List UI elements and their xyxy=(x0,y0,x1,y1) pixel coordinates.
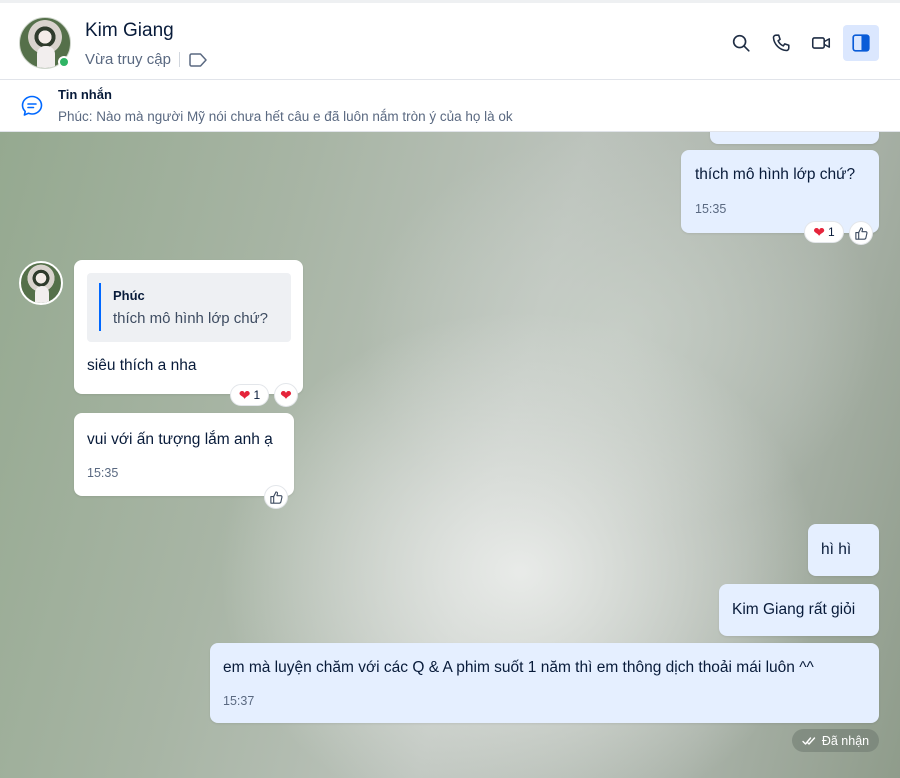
like-reaction-button[interactable] xyxy=(264,485,288,509)
quote-author: Phúc xyxy=(113,288,145,303)
last-seen-status: Vừa truy cập xyxy=(85,51,171,68)
message-bubble[interactable]: thích mô hình lớp chứ? 15:35 xyxy=(681,150,879,233)
message-time: 15:37 xyxy=(223,694,255,708)
status-separator xyxy=(178,52,180,67)
voice-call-button[interactable] xyxy=(763,25,799,61)
contact-name[interactable]: Kim Giang xyxy=(85,20,174,42)
reaction-summary[interactable]: ❤ 1 xyxy=(804,221,844,243)
reaction-summary[interactable]: ❤ 1 xyxy=(230,384,269,406)
contact-status-row: Vừa truy cập xyxy=(85,51,208,68)
delivery-status-text: Đã nhận xyxy=(821,733,870,748)
chat-header: Kim Giang Vừa truy cập xyxy=(0,0,900,80)
delivery-status-badge: Đã nhận xyxy=(792,729,879,752)
video-call-icon xyxy=(811,37,831,49)
online-status-dot xyxy=(58,56,70,68)
thumbs-up-icon xyxy=(269,490,283,504)
message-bubble[interactable]: em mà luyện chăm với các Q & A phim suốt… xyxy=(210,643,879,723)
message-text: siêu thích a nha xyxy=(87,357,197,374)
chat-bubble-icon xyxy=(21,95,43,116)
thumbs-up-icon xyxy=(854,226,868,240)
quoted-message[interactable]: Phúc thích mô hình lớp chứ? xyxy=(87,273,291,342)
like-reaction-button[interactable] xyxy=(849,221,873,245)
side-panel-icon xyxy=(852,34,870,52)
toggle-side-panel-button[interactable] xyxy=(843,25,879,61)
header-actions xyxy=(723,25,879,61)
chat-message-area[interactable]: thích mô hình lớp chứ? 15:35 ❤ 1 Phúc th… xyxy=(0,132,900,778)
reaction-count: 1 xyxy=(828,225,835,239)
message-text: hì hì xyxy=(821,541,852,558)
heart-icon: ❤ xyxy=(813,224,826,240)
message-bubble[interactable]: Kim Giang rất giỏi xyxy=(719,584,879,636)
message-time: 15:35 xyxy=(695,202,727,216)
pinned-message-bar[interactable]: Tin nhắn Phúc: Nào mà người Mỹ nói chưa … xyxy=(0,80,900,132)
search-button[interactable] xyxy=(723,25,759,61)
phone-icon xyxy=(772,34,790,52)
message-bubble-previous[interactable] xyxy=(710,132,879,144)
tag-icon[interactable] xyxy=(188,52,208,68)
reaction-count: 1 xyxy=(253,388,261,402)
pinned-preview: Phúc: Nào mà người Mỹ nói chưa hết câu e… xyxy=(58,109,513,124)
contact-avatar-wrapper[interactable] xyxy=(19,17,71,69)
quote-text: thích mô hình lớp chứ? xyxy=(113,310,268,327)
heart-reaction-button[interactable]: ❤ xyxy=(274,383,298,407)
double-check-icon xyxy=(802,736,816,745)
message-bubble[interactable]: vui với ấn tượng lắm anh ạ 15:35 xyxy=(74,413,294,496)
pinned-title: Tin nhắn xyxy=(58,87,112,102)
heart-icon: ❤ xyxy=(238,387,251,403)
heart-icon: ❤ xyxy=(280,387,292,403)
message-time: 15:35 xyxy=(87,466,119,480)
sender-avatar[interactable] xyxy=(19,261,63,305)
message-text: Kim Giang rất giỏi xyxy=(732,601,856,618)
message-bubble-reply[interactable]: Phúc thích mô hình lớp chứ? siêu thích a… xyxy=(74,260,303,394)
quote-accent-bar xyxy=(99,283,101,331)
message-text: em mà luyện chăm với các Q & A phim suốt… xyxy=(223,659,814,676)
message-bubble[interactable]: hì hì xyxy=(808,524,879,576)
search-icon xyxy=(732,34,750,52)
video-call-button[interactable] xyxy=(803,25,839,61)
message-text: thích mô hình lớp chứ? xyxy=(695,166,856,183)
message-text: vui với ấn tượng lắm anh ạ xyxy=(87,431,273,448)
